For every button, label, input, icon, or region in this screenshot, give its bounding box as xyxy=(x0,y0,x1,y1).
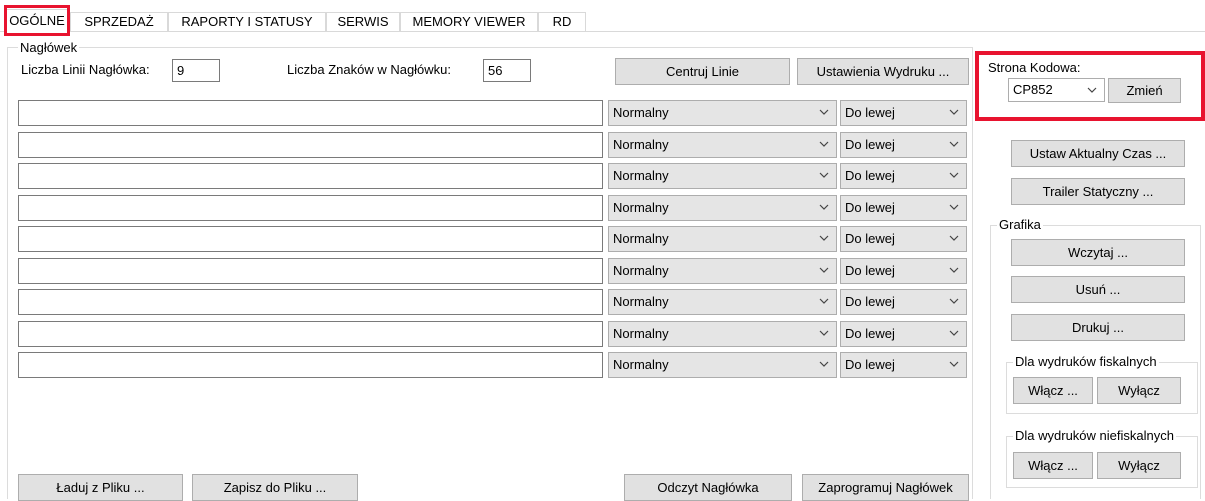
font-style-select[interactable]: Normalny xyxy=(608,195,837,221)
alignment-select[interactable]: Do lewej xyxy=(840,321,967,347)
chevron-down-icon xyxy=(949,141,959,147)
alignment-value: Do lewej xyxy=(845,200,895,215)
font-style-value: Normalny xyxy=(613,294,669,309)
alignment-value: Do lewej xyxy=(845,105,895,120)
tab-memory-viewer[interactable]: MEMORY VIEWER xyxy=(400,12,538,32)
chars-count-label: Liczba Znaków w Nagłówku: xyxy=(287,62,452,77)
load-from-file-button[interactable]: Ładuj z Pliku ... xyxy=(18,474,183,501)
font-style-select[interactable]: Normalny xyxy=(608,100,837,126)
header-line-input[interactable] xyxy=(18,132,603,158)
read-header-button[interactable]: Odczyt Nagłówka xyxy=(624,474,792,501)
header-group-title: Nagłówek xyxy=(18,40,80,55)
tab-highlight-box xyxy=(4,5,70,36)
tab-strip: OGÓLNE SPRZEDAŻ RAPORTY I STATUSY SERWIS… xyxy=(0,0,1205,33)
chevron-down-icon xyxy=(819,172,829,178)
header-line-input[interactable] xyxy=(18,352,603,378)
static-trailer-button[interactable]: Trailer Statyczny ... xyxy=(1011,178,1185,205)
chevron-down-icon xyxy=(949,235,959,241)
graphics-group-title: Grafika xyxy=(997,217,1043,232)
nonfiscal-disable-button[interactable]: Wyłącz xyxy=(1097,452,1181,479)
center-lines-button[interactable]: Centruj Linie xyxy=(615,58,790,85)
header-line-input[interactable] xyxy=(18,226,603,252)
chevron-down-icon xyxy=(949,204,959,210)
font-style-select[interactable]: Normalny xyxy=(608,352,837,378)
chevron-down-icon xyxy=(819,235,829,241)
fiscal-disable-button[interactable]: Wyłącz xyxy=(1097,377,1181,404)
nonfiscal-enable-button[interactable]: Włącz ... xyxy=(1013,452,1093,479)
alignment-value: Do lewej xyxy=(845,137,895,152)
header-line-input[interactable] xyxy=(18,100,603,126)
font-style-select[interactable]: Normalny xyxy=(608,289,837,315)
alignment-select[interactable]: Do lewej xyxy=(840,195,967,221)
header-line-input[interactable] xyxy=(18,321,603,347)
font-style-value: Normalny xyxy=(613,137,669,152)
alignment-value: Do lewej xyxy=(845,263,895,278)
alignment-select[interactable]: Do lewej xyxy=(840,226,967,252)
chevron-down-icon xyxy=(949,267,959,273)
load-graphic-button[interactable]: Wczytaj ... xyxy=(1011,239,1185,266)
delete-graphic-button[interactable]: Usuń ... xyxy=(1011,276,1185,303)
chevron-down-icon xyxy=(819,204,829,210)
chevron-down-icon xyxy=(819,141,829,147)
chevron-down-icon xyxy=(949,172,959,178)
alignment-value: Do lewej xyxy=(845,168,895,183)
chevron-down-icon xyxy=(949,298,959,304)
tab-sprzedaz[interactable]: SPRZEDAŻ xyxy=(70,12,168,32)
tab-raporty-i-statusy[interactable]: RAPORTY I STATUSY xyxy=(168,12,326,32)
alignment-value: Do lewej xyxy=(845,357,895,372)
save-to-file-button[interactable]: Zapisz do Pliku ... xyxy=(192,474,358,501)
font-style-select[interactable]: Normalny xyxy=(608,258,837,284)
tab-rd[interactable]: RD xyxy=(538,12,586,32)
nonfiscal-group-title: Dla wydruków niefiskalnych xyxy=(1013,428,1176,443)
header-line-input[interactable] xyxy=(18,195,603,221)
font-style-value: Normalny xyxy=(613,105,669,120)
chars-count-field[interactable]: 56 xyxy=(483,59,531,82)
alignment-select[interactable]: Do lewej xyxy=(840,163,967,189)
chevron-down-icon xyxy=(819,267,829,273)
fiscal-group-title: Dla wydruków fiskalnych xyxy=(1013,354,1159,369)
header-line-input[interactable] xyxy=(18,289,603,315)
fiscal-enable-button[interactable]: Włącz ... xyxy=(1013,377,1093,404)
alignment-value: Do lewej xyxy=(845,294,895,309)
header-line-input[interactable] xyxy=(18,163,603,189)
program-header-button[interactable]: Zaprogramuj Nagłówek xyxy=(802,474,969,501)
font-style-value: Normalny xyxy=(613,168,669,183)
font-style-value: Normalny xyxy=(613,200,669,215)
alignment-select[interactable]: Do lewej xyxy=(840,352,967,378)
lines-count-label: Liczba Linii Nagłówka: xyxy=(21,62,150,77)
font-style-value: Normalny xyxy=(613,357,669,372)
chevron-down-icon xyxy=(819,109,829,115)
print-graphic-button[interactable]: Drukuj ... xyxy=(1011,314,1185,341)
chevron-down-icon xyxy=(819,361,829,367)
font-style-value: Normalny xyxy=(613,231,669,246)
alignment-select[interactable]: Do lewej xyxy=(840,258,967,284)
chevron-down-icon xyxy=(949,330,959,336)
chevron-down-icon xyxy=(819,330,829,336)
alignment-select[interactable]: Do lewej xyxy=(840,132,967,158)
font-style-select[interactable]: Normalny xyxy=(608,163,837,189)
alignment-value: Do lewej xyxy=(845,231,895,246)
header-line-input[interactable] xyxy=(18,258,603,284)
set-current-time-button[interactable]: Ustaw Aktualny Czas ... xyxy=(1011,140,1185,167)
font-style-value: Normalny xyxy=(613,263,669,278)
font-style-select[interactable]: Normalny xyxy=(608,321,837,347)
alignment-value: Do lewej xyxy=(845,326,895,341)
chevron-down-icon xyxy=(949,109,959,115)
chevron-down-icon xyxy=(949,361,959,367)
font-style-value: Normalny xyxy=(613,326,669,341)
lines-count-field[interactable]: 9 xyxy=(172,59,220,82)
font-style-select[interactable]: Normalny xyxy=(608,226,837,252)
font-style-select[interactable]: Normalny xyxy=(608,132,837,158)
alignment-select[interactable]: Do lewej xyxy=(840,289,967,315)
tab-serwis[interactable]: SERWIS xyxy=(326,12,400,32)
chevron-down-icon xyxy=(819,298,829,304)
print-settings-button[interactable]: Ustawienia Wydruku ... xyxy=(797,58,969,85)
codepage-highlight-box xyxy=(975,51,1205,121)
alignment-select[interactable]: Do lewej xyxy=(840,100,967,126)
